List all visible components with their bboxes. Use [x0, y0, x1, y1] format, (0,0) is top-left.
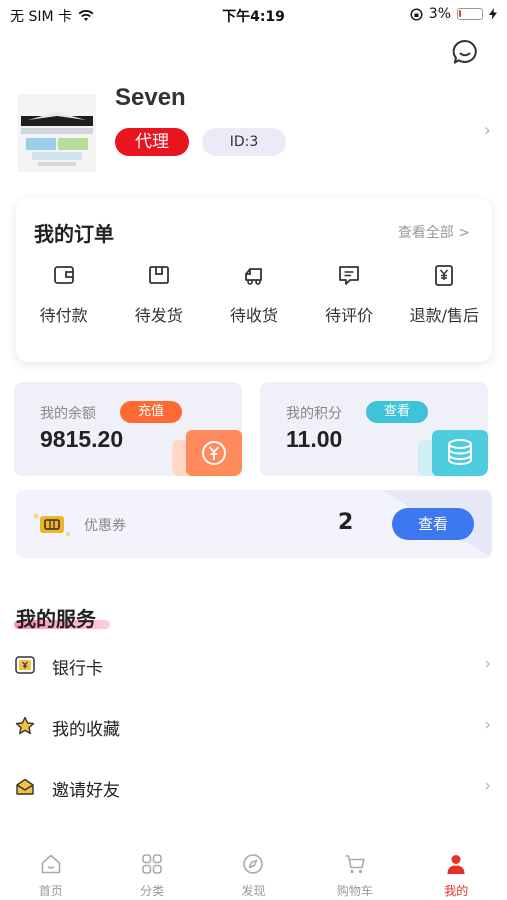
- tab-label: 我的: [444, 884, 469, 898]
- role-badge: 代理: [115, 128, 189, 156]
- charging-bolt-icon: [489, 8, 497, 20]
- user-name: Seven: [115, 84, 186, 111]
- recharge-button[interactable]: 充值: [120, 401, 182, 423]
- chevron-right-icon: ›: [483, 120, 491, 141]
- profile-header[interactable]: Seven 代理 ID:3 ›: [0, 78, 507, 178]
- chat-bubble-icon: [452, 39, 477, 64]
- order-item-label: 待收货: [229, 306, 278, 325]
- status-bar: 无 SIM 卡 下午4:19 3%: [0, 0, 507, 28]
- service-bank-card[interactable]: 银行卡 ›: [0, 644, 507, 688]
- order-pending-shipment[interactable]: 待发货: [111, 262, 206, 326]
- tab-discover[interactable]: 发现: [203, 840, 304, 900]
- balance-label: 我的余额: [40, 406, 96, 422]
- points-value: 11.00: [286, 426, 343, 452]
- user-icon: [447, 855, 465, 874]
- envelope-icon: [16, 778, 34, 795]
- bank-card-icon: [15, 656, 35, 674]
- truck-icon: [245, 268, 262, 285]
- order-item-label: 待发货: [134, 306, 183, 325]
- star-icon: [15, 716, 35, 735]
- orders-title: 我的订单: [34, 222, 114, 246]
- cart-icon: [345, 855, 365, 874]
- tab-label: 购物车: [336, 884, 373, 898]
- tab-label: 首页: [38, 884, 63, 898]
- service-invite-friends[interactable]: 邀请好友 ›: [0, 766, 507, 810]
- order-pending-receipt[interactable]: 待收货: [206, 262, 301, 326]
- refund-icon: [435, 265, 454, 286]
- view-all-orders-link[interactable]: 查看全部 >: [398, 222, 470, 242]
- coupon-count: 2: [338, 510, 354, 535]
- tab-label: 分类: [140, 884, 165, 898]
- coin-stack-icon: [418, 430, 488, 476]
- points-label: 我的积分: [286, 406, 342, 422]
- view-points-button[interactable]: 查看: [366, 401, 428, 423]
- chevron-right-icon: ›: [484, 776, 491, 796]
- message-button[interactable]: [451, 38, 479, 66]
- points-card[interactable]: 我的积分 查看 11.00: [260, 382, 488, 476]
- ticket-icon: [33, 513, 70, 536]
- orientation-lock-icon: [410, 7, 423, 21]
- tab-category[interactable]: 分类: [101, 840, 202, 900]
- compass-icon: [243, 854, 264, 874]
- tab-home[interactable]: 首页: [0, 840, 101, 900]
- chevron-right-icon: ›: [484, 654, 491, 674]
- user-id-badge: ID:3: [202, 128, 286, 156]
- coupon-label: 优惠券: [84, 518, 126, 534]
- home-icon: [41, 854, 60, 874]
- view-coupons-button[interactable]: 查看: [392, 508, 474, 540]
- service-favorites[interactable]: 我的收藏 ›: [0, 705, 507, 749]
- tab-mine[interactable]: 我的: [406, 840, 507, 900]
- order-refund[interactable]: 退款/售后: [397, 262, 492, 326]
- avatar-image-icon: [18, 94, 96, 172]
- order-item-label: 退款/售后: [409, 306, 480, 325]
- bottom-tab-bar: 首页 分类 发现 购物车 我的: [0, 840, 507, 900]
- order-pending-review[interactable]: 待评价: [302, 262, 397, 326]
- service-label: 邀请好友: [52, 781, 120, 801]
- my-orders-card: 我的订单 查看全部 > 待付款 待发货 待收货 待评价 退款/售后: [16, 198, 492, 362]
- tab-label: 发现: [241, 884, 266, 898]
- comment-icon: [339, 266, 360, 285]
- order-item-label: 待评价: [325, 306, 374, 325]
- balance-value: 9815.20: [40, 426, 124, 452]
- services-title: 我的服务: [16, 607, 96, 631]
- balance-card[interactable]: 我的余额 充值 9815.20: [14, 382, 242, 476]
- coupon-card[interactable]: 优惠券 2 查看: [16, 490, 492, 558]
- box-icon: [148, 266, 169, 284]
- yuan-coin-icon: [172, 430, 242, 476]
- service-label: 我的收藏: [52, 720, 120, 740]
- chevron-right-icon: ›: [484, 715, 491, 735]
- battery-icon: [457, 8, 483, 20]
- wallet-icon: [53, 266, 74, 284]
- avatar[interactable]: [18, 94, 96, 172]
- battery-percent: 3%: [428, 6, 451, 22]
- service-label: 银行卡: [52, 659, 103, 679]
- order-item-label: 待付款: [39, 306, 88, 325]
- grid-icon: [142, 854, 162, 874]
- tab-cart[interactable]: 购物车: [304, 840, 405, 900]
- order-pending-payment[interactable]: 待付款: [16, 262, 111, 326]
